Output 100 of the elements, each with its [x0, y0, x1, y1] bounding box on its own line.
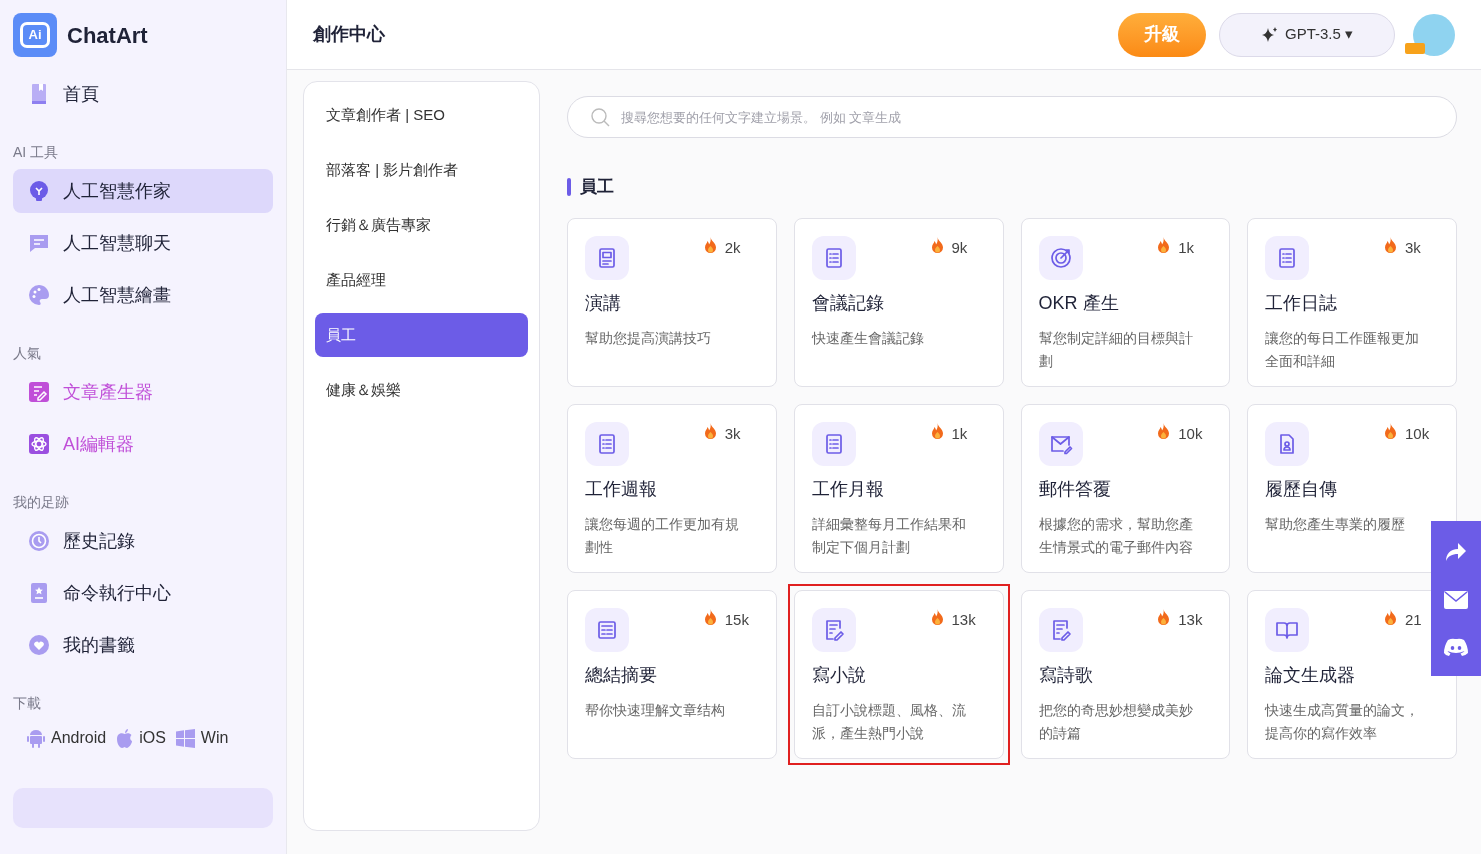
sidebar-item[interactable]: 歷史記錄: [13, 519, 273, 563]
tool-card[interactable]: 3k 工作日誌 讓您的每日工作匯報更加全面和詳細: [1241, 211, 1463, 393]
card-title: 工作日誌: [1265, 291, 1339, 315]
page-title: 創作中心: [313, 23, 385, 46]
card-title: 論文生成器: [1265, 663, 1357, 687]
discount-badge-icon: [1405, 42, 1425, 54]
card-title: 工作月報: [811, 477, 885, 501]
usage-count: 9k: [951, 237, 968, 258]
accent-bar: [567, 177, 571, 196]
usage-count: 10k: [1405, 423, 1430, 444]
card-description: 快速產生會議記錄: [811, 328, 925, 348]
card-description: 根據您的需求，幫助您產生情景式的電子郵件內容: [1038, 514, 1194, 557]
tool-card[interactable]: 15k 總結摘要 帮你快速理解文章结构: [561, 583, 783, 765]
card-title: OKR 產生: [1038, 291, 1120, 315]
card-description: 讓您的每日工作匯報更加全面和詳細: [1265, 328, 1421, 371]
section-title: 員工: [580, 176, 614, 198]
card-description: 把您的奇思妙想變成美妙的詩篇: [1038, 700, 1194, 743]
sidebar-item[interactable]: 人工智慧聊天: [13, 221, 273, 265]
card-title: 工作週報: [585, 477, 658, 501]
mail-icon: [1038, 421, 1083, 466]
windows-icon: [175, 728, 195, 748]
palette-icon: [27, 283, 51, 307]
list-icon: [585, 421, 629, 466]
atom-icon: [27, 432, 51, 456]
sidebar-item[interactable]: 我的書籤: [13, 623, 273, 667]
download-link[interactable]: Win: [175, 726, 229, 750]
person-document-icon: [1265, 421, 1310, 466]
usage-count: 21: [1405, 609, 1422, 630]
card-title: 履歷自傳: [1265, 477, 1339, 501]
share-icon[interactable]: [1445, 541, 1467, 562]
target-icon: [1038, 235, 1083, 280]
download-link[interactable]: Android: [27, 726, 107, 750]
bulb-icon: [27, 179, 51, 203]
card-title: 演講: [585, 291, 622, 315]
mail-icon[interactable]: [1444, 590, 1468, 609]
card-title: 總結摘要: [585, 663, 658, 687]
clock-icon: [27, 529, 51, 553]
discord-icon[interactable]: [1444, 637, 1468, 656]
list-icon: [811, 421, 856, 466]
tool-card[interactable]: 9k 會議記錄 快速產生會議記錄: [787, 211, 1010, 393]
tool-card[interactable]: 13k 寫詩歌 把您的奇思妙想變成美妙的詩篇: [1014, 583, 1237, 765]
card-title: 郵件答覆: [1038, 477, 1112, 501]
card-title: 寫小說: [811, 663, 867, 687]
tool-card[interactable]: 2k 演講 幫助您提高演講技巧: [561, 211, 783, 393]
tool-card[interactable]: 13k 寫小說 自訂小說標題、風格、流派，產生熱門小說: [787, 583, 1010, 765]
category-item[interactable]: 部落客 | 影片創作者: [315, 148, 528, 192]
document-icon: [585, 235, 629, 280]
apple-icon: [116, 728, 134, 748]
sidebar-item[interactable]: 人工智慧作家: [13, 169, 273, 213]
logo-icon: Ai: [13, 13, 57, 57]
usage-count: 15k: [724, 609, 749, 630]
tool-card[interactable]: 1k 工作月報 詳細彙整每月工作結果和制定下個月計劃: [787, 397, 1010, 579]
card-title: 寫詩歌: [1038, 663, 1094, 687]
sidebar-item[interactable]: 人工智慧繪畫: [13, 273, 273, 317]
edit-document-icon: [1038, 607, 1083, 652]
document-edit-icon: [27, 380, 51, 404]
category-item[interactable]: 產品經理: [315, 258, 528, 302]
card-title: 會議記錄: [811, 291, 885, 315]
usage-count: 2k: [724, 237, 741, 258]
search-icon: [591, 108, 610, 127]
card-description: 快速生成高質量的論文，提高你的寫作效率: [1265, 700, 1421, 743]
search-field[interactable]: 搜尋您想要的任何文字建立場景。 例如 文章生成: [567, 96, 1457, 138]
usage-count: 10k: [1178, 423, 1203, 444]
sidebar-item[interactable]: AI編輯器: [13, 422, 273, 466]
section-heading: 下載: [13, 694, 42, 713]
card-description: 自訂小說標題、風格、流派，產生熱門小說: [811, 700, 967, 743]
card-description: 讓您每週的工作更加有規劃性: [585, 514, 740, 557]
card-description: 幫助您提高演講技巧: [585, 328, 712, 348]
download-link[interactable]: iOS: [116, 726, 166, 750]
tool-card[interactable]: 21 論文生成器 快速生成高質量的論文，提高你的寫作效率: [1241, 583, 1463, 765]
tool-card[interactable]: 10k 郵件答覆 根據您的需求，幫助您產生情景式的電子郵件內容: [1014, 397, 1237, 579]
edit-document-icon: [811, 607, 856, 652]
table-icon: [585, 607, 629, 652]
tool-card[interactable]: 10k 履歷自傳 幫助您產生專業的履歷: [1241, 397, 1463, 579]
usage-count: 1k: [951, 423, 968, 444]
usage-count: 13k: [1178, 609, 1203, 630]
card-description: 帮你快速理解文章结构: [585, 700, 726, 720]
card-description: 詳細彙整每月工作結果和制定下個月計劃: [811, 514, 967, 557]
sidebar-item[interactable]: 命令執行中心: [13, 571, 273, 615]
list-icon: [1265, 235, 1310, 280]
section-heading: 人氣: [13, 344, 42, 363]
category-item[interactable]: 文章創作者 | SEO: [315, 93, 528, 137]
tool-card[interactable]: 1k OKR 產生 幫您制定詳細的目標與計劃: [1014, 211, 1237, 393]
category-item[interactable]: 健康＆娛樂: [315, 368, 528, 412]
section-heading: 我的足跡: [13, 493, 70, 512]
card-description: 幫助您產生專業的履歷: [1265, 514, 1407, 534]
category-item[interactable]: 員工: [315, 313, 528, 357]
section-heading: AI 工具: [13, 143, 60, 162]
card-description: 幫您制定詳細的目標與計劃: [1038, 328, 1194, 371]
usage-count: 13k: [951, 609, 976, 630]
usage-count: 3k: [724, 423, 741, 444]
usage-count: 3k: [1405, 237, 1421, 258]
brand-name: ChatArt: [67, 21, 148, 50]
sidebar-item[interactable]: 首頁: [13, 72, 273, 116]
model-selector[interactable]: GPT-3.5 ▾: [1219, 12, 1395, 57]
usage-count: 1k: [1178, 237, 1195, 258]
category-item[interactable]: 行銷＆廣告專家: [315, 203, 528, 247]
book-icon: [1265, 607, 1310, 652]
tool-card[interactable]: 3k 工作週報 讓您每週的工作更加有規劃性: [561, 397, 783, 579]
sidebar-item[interactable]: 文章產生器: [13, 370, 273, 414]
